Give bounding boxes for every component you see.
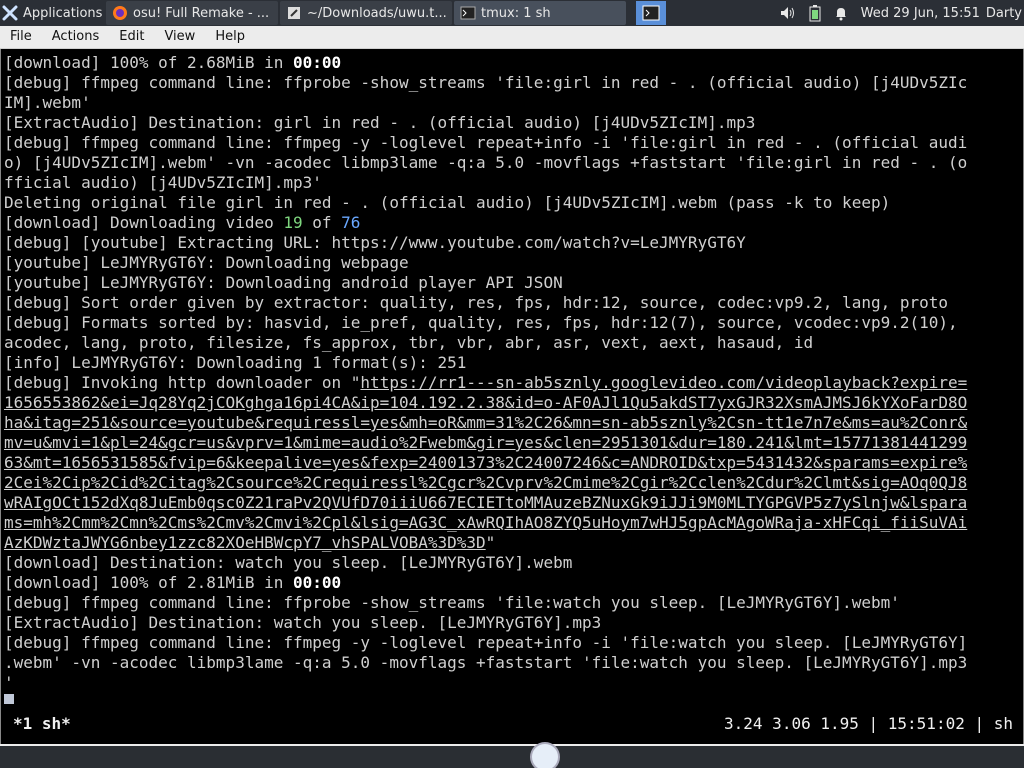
menu-actions[interactable]: Actions [42,26,110,48]
task-label: tmux: 1 sh [481,5,551,21]
menu-edit[interactable]: Edit [109,26,154,48]
menu-file[interactable]: File [0,26,42,48]
editor-icon [286,5,302,21]
firefox-icon [112,5,128,21]
system-tray: Wed 29 Jun, 15:51 Darty [773,0,1024,26]
download-url-link[interactable]: https://rr1---sn-ab5sznly.googlevideo.co… [360,373,967,392]
terminal-line: Deleting original file girl in red - . (… [4,193,891,212]
tmux-status-bar: *1 sh* 3.24 3.06 1.95 | 15:51:02 | sh [1,704,1023,744]
task-terminal[interactable]: tmux: 1 sh [454,1,626,25]
terminal-output[interactable]: [download] 100% of 2.68MiB in 00:00 [debu… [0,49,1024,744]
terminal-line: [debug] Formats sorted by: hasvid, ie_pr… [4,313,958,332]
battery-icon[interactable] [809,4,821,22]
url-line[interactable]: AzKDWztaJWYG6nbey1zzc82XOeHBWcpY7_vhSPAL… [4,533,486,552]
task-label: osu! Full Remake - ... [133,5,270,21]
terminal-line: .webm' -vn -acodec libmp3lame -q:a 5.0 -… [4,653,968,672]
notifications-bell-icon[interactable] [833,5,849,21]
terminal-line: [download] 100% of 2.68MiB in 00:00 [4,53,342,72]
terminal-window: File Actions Edit View Help [download] 1… [0,26,1024,748]
terminal-line: [debug] ffmpeg command line: ffprobe -sh… [4,593,900,612]
url-line[interactable]: wRAIgOCt152dXq8JuEmb0qsc0Z21raPv2QVUfD70… [4,493,1007,513]
terminal-line: [ExtractAudio] Destination: watch you sl… [4,613,602,632]
bold-time: 00:00 [292,53,342,72]
bold-time: 00:00 [292,573,342,592]
video-total: 76 [341,213,361,232]
url-line[interactable]: 1656553862&ei=Jq28Yq2jCOKghga16pi4CA&ip=… [4,393,1007,413]
url-line[interactable]: 2Cei%2Cip%2Cid%2Citag%2Csource%2Crequire… [4,473,1007,493]
dock-handle[interactable] [530,742,560,768]
xfce-logo-icon [2,5,18,21]
task-firefox[interactable]: osu! Full Remake - ... [106,1,278,25]
terminal-line: [youtube] LeJMYRyGT6Y: Downloading webpa… [4,253,409,272]
terminal-line: [debug] Sort order given by extractor: q… [4,293,949,312]
terminal-line: [debug] [youtube] Extracting URL: https:… [4,233,746,252]
terminal-line: [debug] Invoking http downloader on "htt… [4,373,968,392]
tmux-status-right: 3.24 3.06 1.95 | 15:51:02 | sh [724,714,1013,733]
terminal-lines: [download] 100% of 2.68MiB in 00:00 [debu… [4,53,1007,713]
video-number: 19 [283,213,303,232]
terminal-line: [download] 100% of 2.81MiB in 00:00 [4,573,342,592]
url-line[interactable]: ha&itag=251&source=youtube&requiressl=ye… [4,413,1007,433]
terminal-line: [download] Downloading video 19 of 76 [4,213,361,232]
terminal-launcher-icon [642,5,660,21]
terminal-line: [debug] ffmpeg command line: ffmpeg -y -… [4,633,968,652]
tmux-window-list[interactable]: *1 sh* [13,714,71,733]
url-line[interactable]: ms=mh%2Cmm%2Cmn%2Cms%2Cmv%2Cmvi%2Cpl&lsi… [4,513,1007,533]
user-name[interactable]: Darty [986,6,1022,21]
terminal-icon [460,5,476,21]
url-line[interactable]: 63&mt=1656531585&fvip=6&keepalive=yes&fe… [4,453,1007,473]
terminal-line: IM].webm' [4,93,91,112]
task-label: ~/Downloads/uwu.t... [307,5,447,21]
menu-help[interactable]: Help [205,26,255,48]
task-editor[interactable]: ~/Downloads/uwu.t... [280,1,452,25]
terminal-line: [info] LeJMYRyGT6Y: Downloading 1 format… [4,353,467,372]
desktop-background [0,746,1024,768]
terminal-line: [debug] ffmpeg command line: ffmpeg -y -… [4,133,968,152]
terminal-line: [download] Destination: watch you sleep.… [4,553,573,572]
terminal-line: fficial audio) [j4UDv5ZIcIM].mp3' [4,173,322,192]
terminal-line: [ExtractAudio] Destination: girl in red … [4,113,756,132]
menu-bar: File Actions Edit View Help [0,26,1024,49]
menu-view[interactable]: View [154,26,205,48]
terminal-line: o) [j4UDv5ZIcIM].webm' -vn -acodec libmp… [4,153,968,172]
terminal-line: [debug] ffmpeg command line: ffprobe -sh… [4,73,968,92]
panel-clock[interactable]: Wed 29 Jun, 15:51 [861,6,980,21]
applications-label: Applications [23,5,103,21]
terminal-launcher-button[interactable] [636,1,666,25]
url-line[interactable]: mv=u&mvi=1&pl=24&gcr=us&vprv=1&mime=audi… [4,433,1007,453]
volume-icon[interactable] [779,5,797,21]
terminal-line: AzKDWztaJWYG6nbey1zzc82XOeHBWcpY7_vhSPAL… [4,533,496,552]
terminal-line: [youtube] LeJMYRyGT6Y: Downloading andro… [4,273,563,292]
terminal-line: ' [4,673,14,692]
top-panel: Applications osu! Full Remake - ... ~/Do… [0,0,1024,26]
applications-menu-button[interactable]: Applications [0,0,106,26]
terminal-line: acodec, lang, proto, filesize, fs_approx… [4,333,814,352]
